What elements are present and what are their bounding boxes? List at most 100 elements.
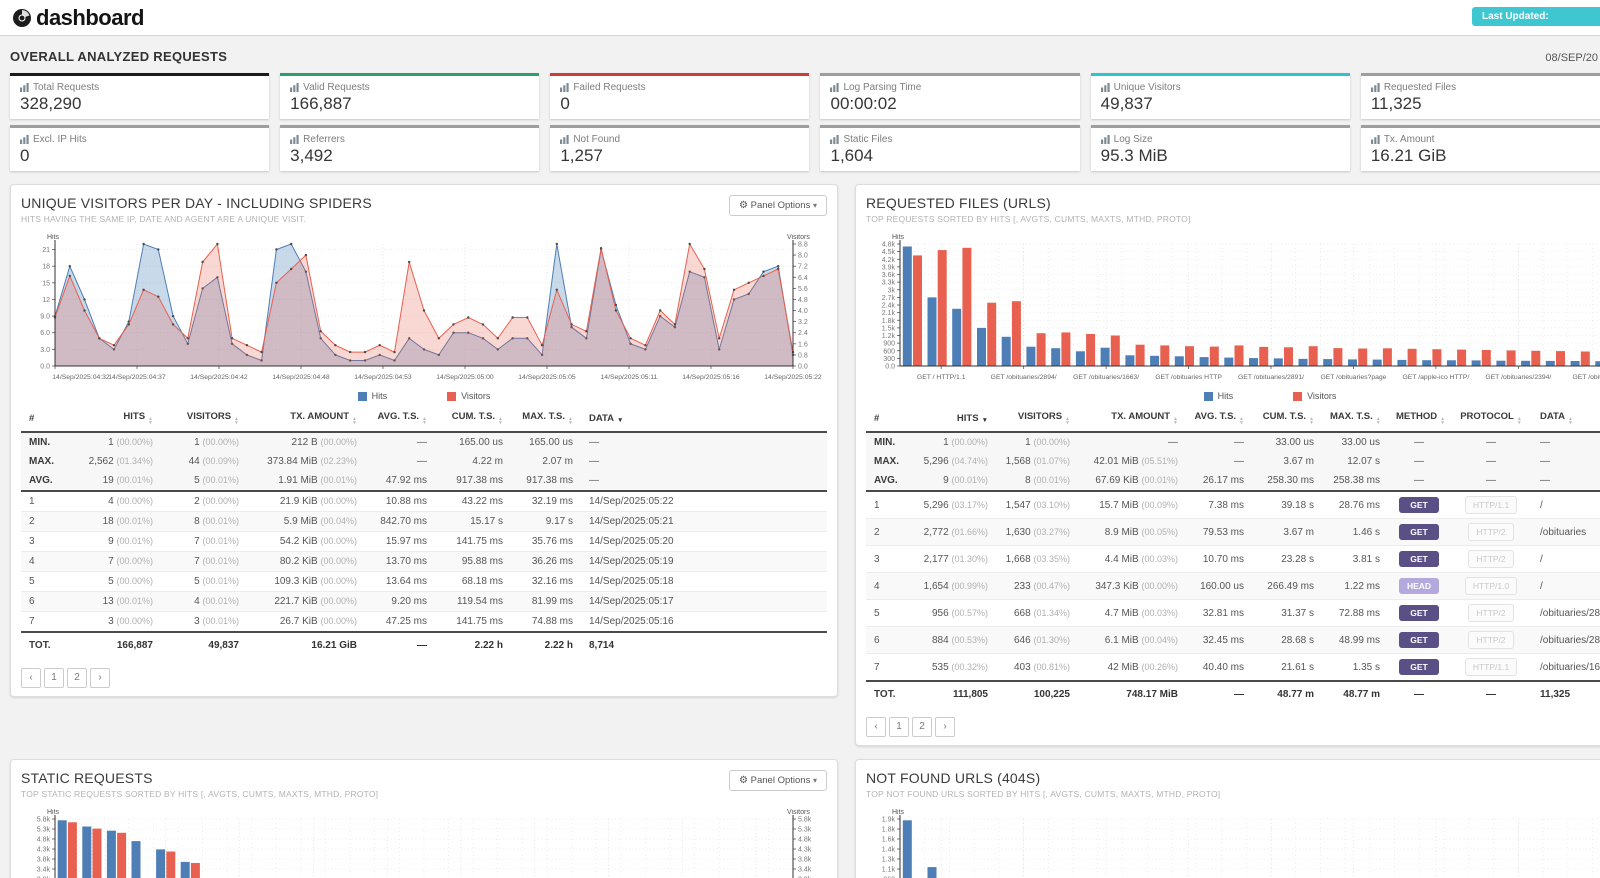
table-cell: 26.7 KiB (00.00%) <box>247 611 365 632</box>
column-header-max-t-s-[interactable]: MAX. T.S. ▲ ▼ <box>1322 405 1388 433</box>
page-button[interactable]: 2 <box>912 717 932 737</box>
table-cell: 917.38 ms <box>511 471 581 492</box>
page-button[interactable]: 2 <box>67 668 87 688</box>
panel-options-button[interactable]: ⚙ Panel Options ▾ <box>729 195 827 216</box>
table-cell: — <box>1414 437 1424 448</box>
sort-icon: ▲ ▼ <box>1173 416 1178 426</box>
panel-static-requests: STATIC REQUESTS TOP STATIC REQUESTS SORT… <box>10 759 838 878</box>
column-header-avg-t-s-[interactable]: AVG. T.S. ▲ ▼ <box>1186 405 1252 433</box>
column-header--[interactable]: # <box>866 405 908 433</box>
column-header-cum-t-s-[interactable]: CUM. T.S. ▲ ▼ <box>1252 405 1322 433</box>
svg-text:0.8: 0.8 <box>798 352 808 359</box>
chart-svg: 0.03006009001.2k1.5k1.8k2.1k2.4k2.7k3k3.… <box>882 234 1600 381</box>
column-header-max-t-s-[interactable]: MAX. T.S. ▲ ▼ <box>511 405 581 433</box>
table-cell: — <box>417 456 427 467</box>
table-cell: 884 (00.53%) <box>908 626 996 654</box>
column-header-protocol[interactable]: PROTOCOL ▲ ▼ <box>1450 405 1532 433</box>
panel-subtitle: TOP NOT FOUND URLS SORTED BY HITS [, AVG… <box>866 789 1221 799</box>
svg-text:Hits: Hits <box>47 809 60 816</box>
column-header-cum-t-s-[interactable]: CUM. T.S. ▲ ▼ <box>435 405 511 433</box>
logo-icon <box>13 8 31 27</box>
bar-chart-icon <box>20 135 29 144</box>
next-page-button[interactable]: › <box>90 668 110 688</box>
next-page-button[interactable]: › <box>935 717 955 737</box>
row-id: AVG. <box>866 471 908 492</box>
page-button[interactable]: 1 <box>889 717 909 737</box>
column-header-data[interactable]: DATA ▼ <box>581 405 827 433</box>
table-cell: 49,837 <box>161 631 247 658</box>
column-header-visitors[interactable]: VISITORS ▲ ▼ <box>161 405 247 433</box>
page-button[interactable]: 1 <box>44 668 64 688</box>
summary-card: Log Parsing Time 00:00:02 <box>820 73 1080 119</box>
summary-card: Valid Requests 166,887 <box>280 73 540 119</box>
card-value: 328,290 <box>20 94 82 113</box>
column-header-hits[interactable]: HITS ▼ <box>908 405 996 433</box>
svg-text:6.4: 6.4 <box>798 275 808 282</box>
row-id: 1 <box>21 490 69 512</box>
panel-title: STATIC REQUESTS <box>21 770 153 786</box>
column-header--[interactable]: # <box>21 405 69 433</box>
table-cell: 48.77 m <box>1252 680 1322 707</box>
table-cell: 668 (01.34%) <box>996 599 1078 627</box>
table-cell: 3.81 s <box>1322 545 1388 573</box>
table-cell: 79.53 ms <box>1186 518 1252 546</box>
table-cell: 95.88 ms <box>435 551 511 572</box>
table-cell: HTTP/2 <box>1450 626 1532 654</box>
table-cell: 3.67 m <box>1283 456 1314 467</box>
row-id: 6 <box>866 626 908 654</box>
card-label: Unique Visitors <box>1100 82 1340 93</box>
bar-chart-icon <box>290 83 299 92</box>
table-cell: 39.18 s <box>1252 490 1322 519</box>
summary-card: Total Requests 328,290 <box>10 73 270 119</box>
row-id: 4 <box>866 572 908 600</box>
table-cell: 13.70 ms <box>365 551 435 572</box>
table-cell: — <box>589 456 599 467</box>
caret-down-icon: ▾ <box>812 776 817 785</box>
chart-svg: 0.0 3.0 6.0 9.0 12 15 18 21 0.0 0.8 1.6 2.4 3.2 4.0 4.… <box>40 234 822 381</box>
column-header-tx-amount[interactable]: TX. AMOUNT ▲ ▼ <box>1078 405 1186 433</box>
prev-page-button[interactable]: ‹ <box>866 717 886 737</box>
sort-icon: ▲ ▼ <box>148 416 153 426</box>
card-value: 49,837 <box>1100 94 1153 113</box>
table-cell: 141.75 ms <box>435 611 511 632</box>
table-cell: 4.7 MiB (00.03%) <box>1078 599 1186 627</box>
svg-text:4.8k: 4.8k <box>37 837 51 844</box>
legend-swatch <box>357 391 367 401</box>
table-cell: GET <box>1388 653 1450 681</box>
card-label: Tx. Amount <box>1370 134 1600 145</box>
table-cell: 12.07 s <box>1347 456 1380 467</box>
column-header-avg-t-s-[interactable]: AVG. T.S. ▲ ▼ <box>365 405 435 433</box>
table-cell: 535 (00.32%) <box>908 653 996 681</box>
table-row: MIN. 1 (00.00%) 1 (00.00%) — — 33.00 us 33.00 … <box>866 432 1600 452</box>
svg-text:4.8k: 4.8k <box>882 242 896 249</box>
svg-text:12: 12 <box>42 297 50 304</box>
table-cell: — <box>1234 456 1244 467</box>
column-header-hits[interactable]: HITS ▲ ▼ <box>69 405 161 433</box>
table-cell: 266.49 ms <box>1252 572 1322 600</box>
protocol-badge: HTTP/2 <box>1468 550 1514 568</box>
table-cell: 11,325 <box>1532 680 1600 707</box>
table-cell: 81.99 ms <box>511 591 581 612</box>
table-cell: / <box>1532 572 1600 600</box>
table-cell: 32.81 ms <box>1186 599 1252 627</box>
static-requests-chart: 0.04809601.4k1.9k2.4k2.9k3.4k3.8k4.3k4.8… <box>21 809 827 878</box>
table-cell: GET <box>1388 518 1450 546</box>
prev-page-button[interactable]: ‹ <box>21 668 41 688</box>
not-found-chart: 0.01603204806408009601.1k1.3k1.4k1.6k1.8… <box>866 809 1600 878</box>
sort-icon: ▲ ▼ <box>234 416 239 426</box>
bar-chart-icon <box>830 135 840 144</box>
table-cell: 646 (01.30%) <box>996 626 1078 654</box>
column-header-method[interactable]: METHOD ▲ ▼ <box>1388 405 1450 433</box>
column-header-visitors[interactable]: VISITORS ▲ ▼ <box>996 405 1078 433</box>
panel-options-button[interactable]: ⚙ Panel Options ▾ <box>729 770 827 791</box>
column-header-data[interactable]: DATA ▲ ▼ <box>1532 405 1600 433</box>
card-label: Total Requests <box>20 82 259 93</box>
column-header-tx-amount[interactable]: TX. AMOUNT ▲ ▼ <box>247 405 365 433</box>
table-cell: 166,887 <box>69 631 161 658</box>
bar-chart-icon <box>1100 83 1110 92</box>
table-row: 3 2,177 (01.30%) 1,668 (03.35%) 4.4 MiB (00… <box>866 545 1600 573</box>
table-cell: 7 (00.00%) <box>69 551 161 572</box>
table-cell: 5 (00.01%) <box>161 471 247 492</box>
svg-text:3.0: 3.0 <box>40 347 50 354</box>
legend-item: Hits <box>1203 391 1233 401</box>
